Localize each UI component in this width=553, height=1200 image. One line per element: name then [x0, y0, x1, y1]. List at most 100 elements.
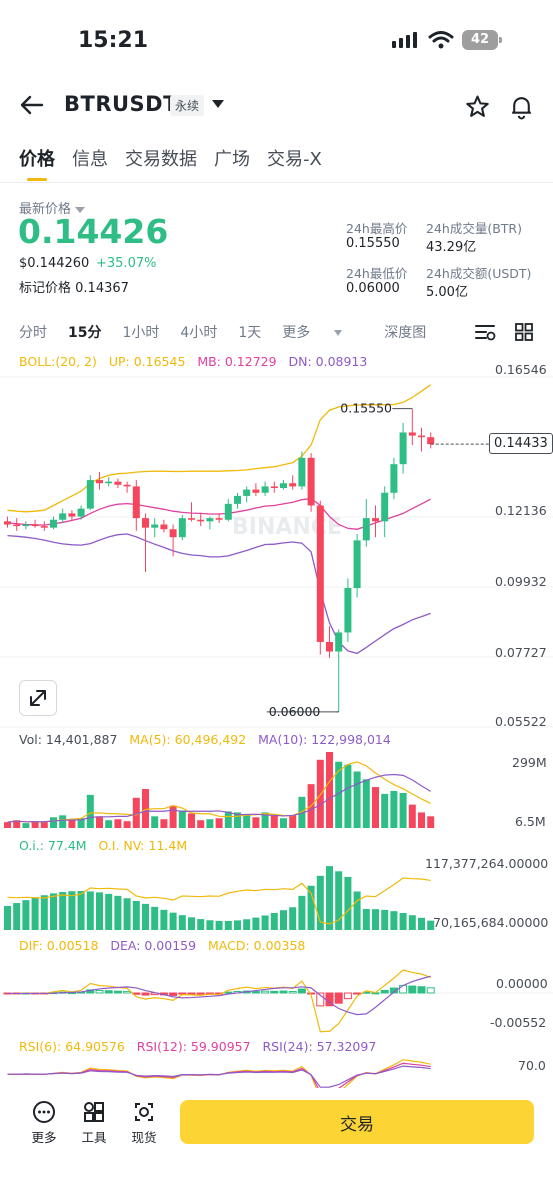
price-axis-label-top: 0.16546	[495, 362, 547, 377]
macd-bar-11	[104, 990, 113, 994]
candle-24	[224, 499, 232, 522]
oi-bar-30	[280, 910, 287, 930]
macd-bar-37	[343, 992, 352, 1000]
volume-bar-0	[4, 822, 11, 828]
rsi-24: RSI(24): 57.32097	[262, 1039, 377, 1054]
volume-bar-20	[188, 813, 195, 828]
open-interest: O.i.: 77.4M	[19, 838, 87, 853]
macd-bar-44	[408, 985, 417, 994]
macd-bar-29	[270, 990, 279, 994]
oi-bar-21	[197, 919, 205, 930]
candle-17	[160, 519, 168, 533]
fullscreen-button[interactable]	[19, 680, 57, 716]
interval-1h[interactable]: 1小时	[122, 322, 159, 342]
volume-bar-22	[206, 819, 214, 828]
volume-bar-2	[22, 823, 30, 828]
oi-bar-5	[50, 893, 57, 930]
macd-bar-10	[95, 990, 104, 994]
candle-28	[261, 481, 269, 496]
macd-bar-45	[417, 986, 426, 994]
macd-bar-30	[279, 990, 288, 994]
oi-bar-25	[234, 920, 241, 930]
volume-bar-15	[142, 789, 149, 828]
volume-bar-27	[252, 817, 260, 828]
oi-axis-bottom: 70,165,684.00000	[433, 915, 549, 930]
oi-bar-27	[252, 917, 260, 930]
tab-trading-data[interactable]: 交易数据	[125, 145, 197, 171]
status-bar: 15:21 42	[0, 0, 553, 80]
oi-bar-41	[381, 909, 389, 930]
rsi-chart	[7, 1059, 431, 1088]
wifi-icon	[428, 31, 454, 49]
favorite-star-icon[interactable]	[465, 94, 490, 119]
oi-bar-40	[372, 909, 379, 930]
interval-15m[interactable]: 15分	[68, 322, 101, 342]
macd-indicator-row: DIF: 0.00518 DEA: 0.00159 MACD: 0.00358	[19, 938, 305, 953]
candle-13	[123, 481, 131, 493]
interval-more[interactable]: 更多	[282, 322, 363, 342]
symbol-dropdown-caret-icon[interactable]	[212, 100, 224, 108]
interval-timeline[interactable]: 分时	[19, 322, 47, 342]
oi-bar-37	[344, 876, 352, 930]
interval-1d[interactable]: 1天	[238, 322, 261, 342]
rsi-6: RSI(6): 64.90576	[19, 1039, 125, 1054]
back-arrow-icon[interactable]	[18, 92, 44, 118]
boll-mb: MB: 0.12729	[197, 354, 277, 369]
macd-bar-36	[334, 992, 343, 1004]
candle-20	[188, 502, 195, 522]
volume-bar-4	[40, 822, 48, 828]
low-24h-value: 0.06000	[346, 281, 400, 296]
volume-bar-24	[224, 811, 232, 828]
oi-bar-24	[224, 920, 232, 930]
interval-4h[interactable]: 4小时	[180, 322, 217, 342]
high-marker-label: 0.15550	[340, 401, 392, 416]
oi-bar-44	[408, 915, 416, 930]
interval-more-label: 更多	[282, 325, 311, 341]
oi-bar-8	[77, 891, 85, 930]
spot-nav-item[interactable]: 现货	[124, 1100, 164, 1146]
oi-bar-7	[68, 891, 76, 930]
boll-label: BOLL:(20, 2)	[19, 354, 97, 369]
low-marker-label: 0.06000	[269, 704, 321, 719]
candle-45	[418, 427, 425, 452]
mark-price: 标记价格 0.14367	[19, 277, 129, 296]
tab-info[interactable]: 信息	[72, 145, 108, 171]
notification-bell-icon[interactable]	[509, 94, 534, 120]
oi-bar-31	[289, 907, 297, 930]
symbol-title[interactable]: BTRUSDT	[64, 92, 178, 116]
volume-bar-19	[178, 810, 186, 828]
volume-bar-10	[96, 816, 103, 828]
candle-30	[280, 480, 287, 490]
volume-bar-38	[353, 771, 361, 828]
candle-21	[197, 513, 205, 527]
trade-button[interactable]: 交易	[180, 1100, 534, 1144]
candlestick-chart[interactable]: BINANCE 0.15550 0.06000	[0, 370, 553, 730]
volume-bar-42	[390, 790, 398, 828]
tools-nav-label: 工具	[81, 1130, 107, 1145]
layout-grid-icon[interactable]	[514, 322, 534, 342]
candle-29	[270, 481, 278, 493]
candle-15	[142, 513, 149, 573]
volume-bar-40	[372, 787, 379, 828]
tools-nav-item[interactable]: 工具	[74, 1100, 114, 1146]
oi-bar-42	[390, 911, 398, 930]
price-axis-label-2: 0.12136	[495, 503, 547, 518]
volume-bar-29	[270, 815, 278, 828]
candle-27	[252, 483, 260, 496]
oi-bar-22	[206, 920, 214, 930]
tab-price[interactable]: 价格	[19, 145, 55, 181]
indicator-settings-icon[interactable]	[474, 322, 496, 342]
oi-bar-1	[13, 903, 21, 930]
oi-bar-19	[178, 915, 186, 930]
volume-bar-23	[215, 818, 223, 828]
rsi-line-1	[7, 1062, 431, 1088]
macd-bar-20	[187, 992, 196, 995]
tab-trade-x[interactable]: 交易-X	[267, 145, 322, 171]
candle-14	[132, 480, 140, 531]
more-nav-item[interactable]: 更多	[24, 1100, 64, 1146]
tab-square[interactable]: 广场	[214, 145, 250, 171]
macd-bar-32	[297, 988, 306, 994]
volume-bar-16	[151, 816, 159, 828]
oi-bar-2	[22, 900, 30, 930]
depth-chart-tab[interactable]: 深度图	[384, 322, 426, 342]
